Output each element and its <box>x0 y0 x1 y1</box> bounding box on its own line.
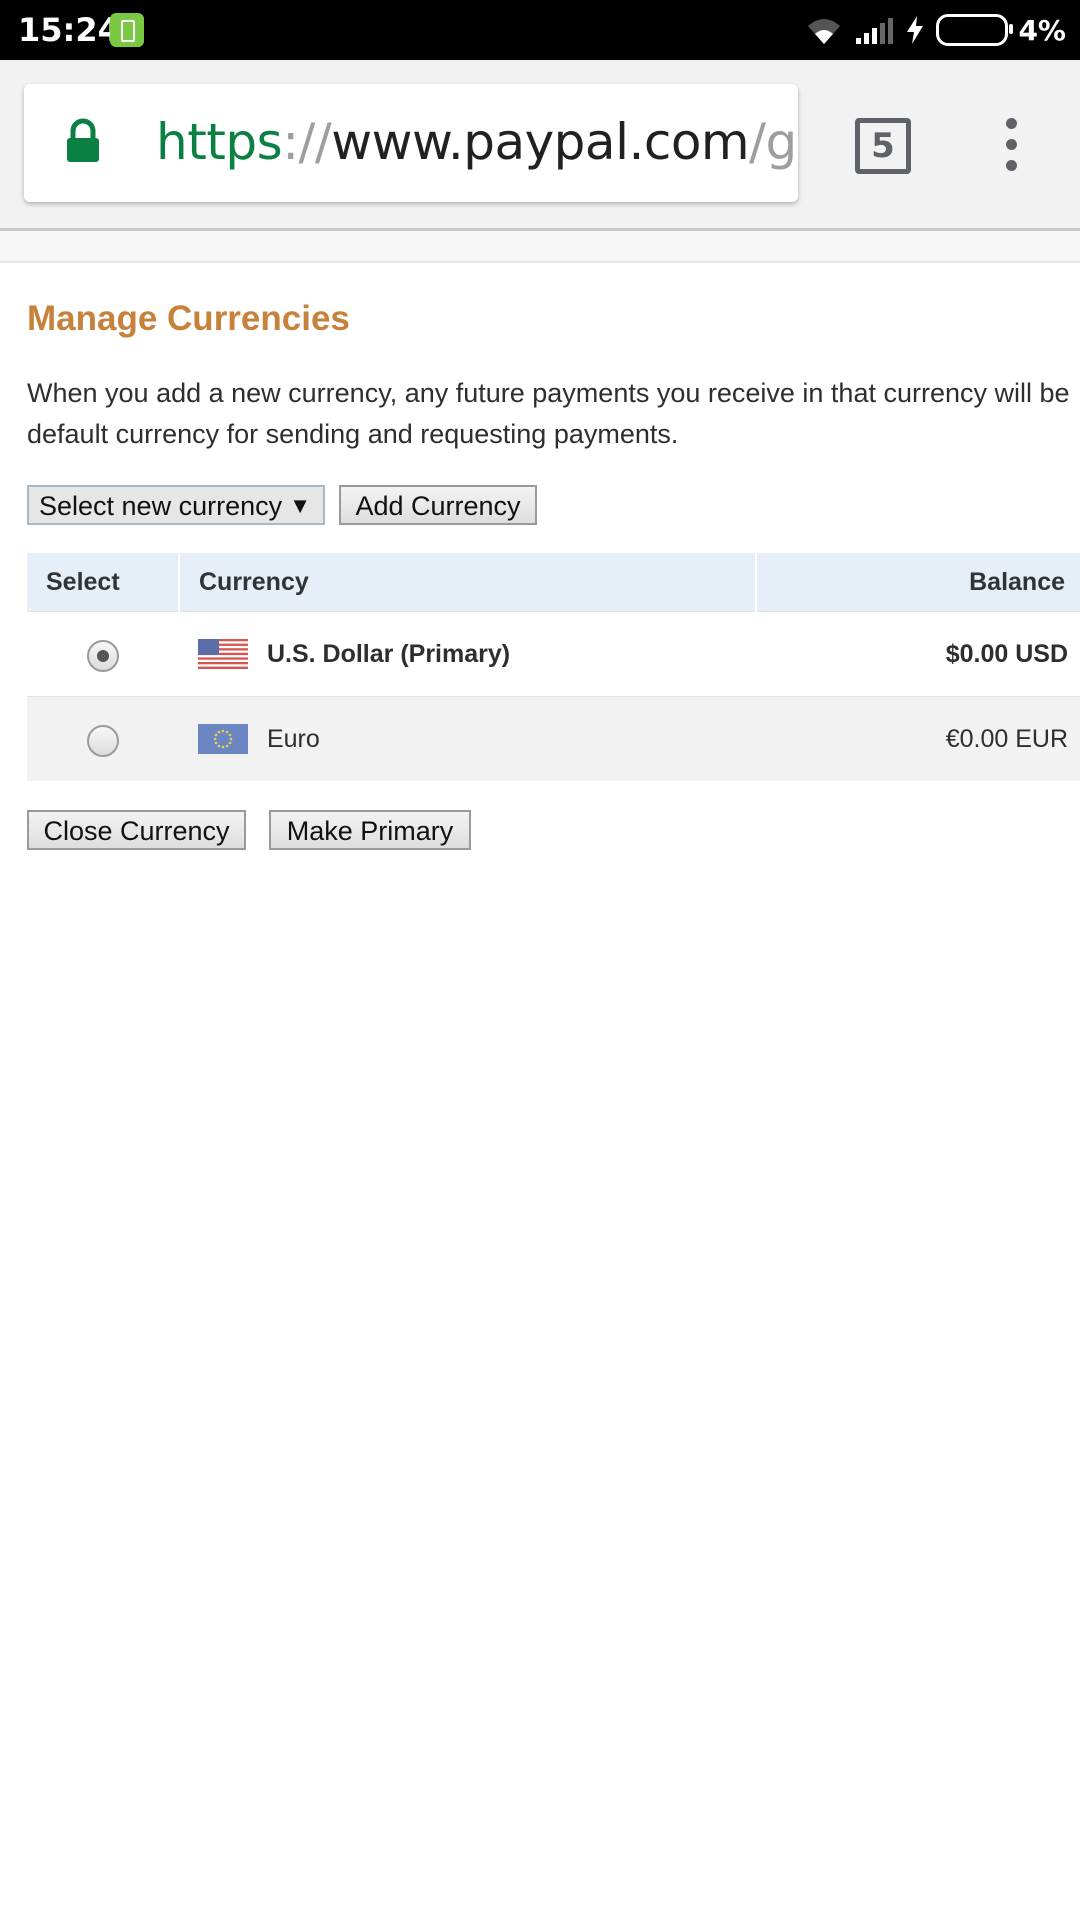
page-top-strip <box>0 231 1080 263</box>
select-cell <box>27 696 179 781</box>
url-path: /gr/cgi-bin/webscr <box>749 113 796 171</box>
currency-select[interactable]: Select new currency ▼ <box>27 485 325 525</box>
signal-icon <box>856 18 894 44</box>
currency-cell: U.S. Dollar (Primary) <box>179 611 756 697</box>
add-currency-button[interactable]: Add Currency <box>339 485 537 525</box>
url-scheme: https <box>156 113 283 171</box>
tab-switcher-button[interactable]: 5 <box>855 118 911 174</box>
description-line-1: When you add a new currency, any future … <box>27 378 1070 408</box>
battery-saver-icon <box>110 13 144 47</box>
table-row: U.S. Dollar (Primary) $0.00 USD <box>27 611 1080 697</box>
battery-icon <box>936 14 1014 46</box>
currency-name: U.S. Dollar (Primary) <box>266 639 511 668</box>
header-currency: Currency <box>179 553 757 612</box>
select-cell <box>27 611 179 697</box>
header-balance: Balance <box>756 553 1080 612</box>
description-line-2: default currency for sending and request… <box>27 419 679 449</box>
lock-icon <box>67 118 99 162</box>
dropdown-arrow-icon: ▼ <box>289 493 311 518</box>
battery-percent: 4% <box>1018 13 1066 47</box>
balance-cell: €0.00 EUR <box>756 696 1080 781</box>
currency-table: Select Currency Balance U.S. Dollar (Pri… <box>27 553 1080 781</box>
overflow-menu-icon[interactable] <box>994 116 1028 174</box>
url-text[interactable]: https://www.paypal.com/gr/cgi-bin/webscr <box>156 112 796 172</box>
eu-flag-icon <box>198 724 248 755</box>
url-separator: :// <box>282 113 332 171</box>
table-row: Euro €0.00 EUR <box>27 696 1080 781</box>
status-time: 15:24 <box>18 11 120 49</box>
address-bar[interactable]: https://www.paypal.com/gr/cgi-bin/webscr <box>24 84 798 202</box>
url-host: www.paypal.com <box>331 113 750 171</box>
usd-radio-button[interactable] <box>87 639 119 672</box>
balance-cell: $0.00 USD <box>756 611 1080 697</box>
currency-select-label: Select new currency <box>39 491 283 521</box>
charging-icon <box>907 16 924 44</box>
currency-name: Euro <box>266 724 320 753</box>
page-description: When you add a new currency, any future … <box>27 373 1080 455</box>
status-bar: 15:24 4% <box>0 0 1080 60</box>
us-flag-icon <box>198 639 248 670</box>
table-header-row: Select Currency Balance <box>27 553 1080 612</box>
close-currency-button[interactable]: Close Currency <box>27 810 246 850</box>
wifi-icon <box>808 19 841 44</box>
page-title: Manage Currencies <box>27 299 350 338</box>
eur-radio-button[interactable] <box>87 724 119 757</box>
browser-toolbar: https://www.paypal.com/gr/cgi-bin/webscr… <box>0 60 1080 231</box>
header-select: Select <box>27 553 180 612</box>
make-primary-button[interactable]: Make Primary <box>269 810 471 850</box>
status-icons: 4% <box>804 10 1066 50</box>
currency-cell: Euro <box>179 696 756 781</box>
